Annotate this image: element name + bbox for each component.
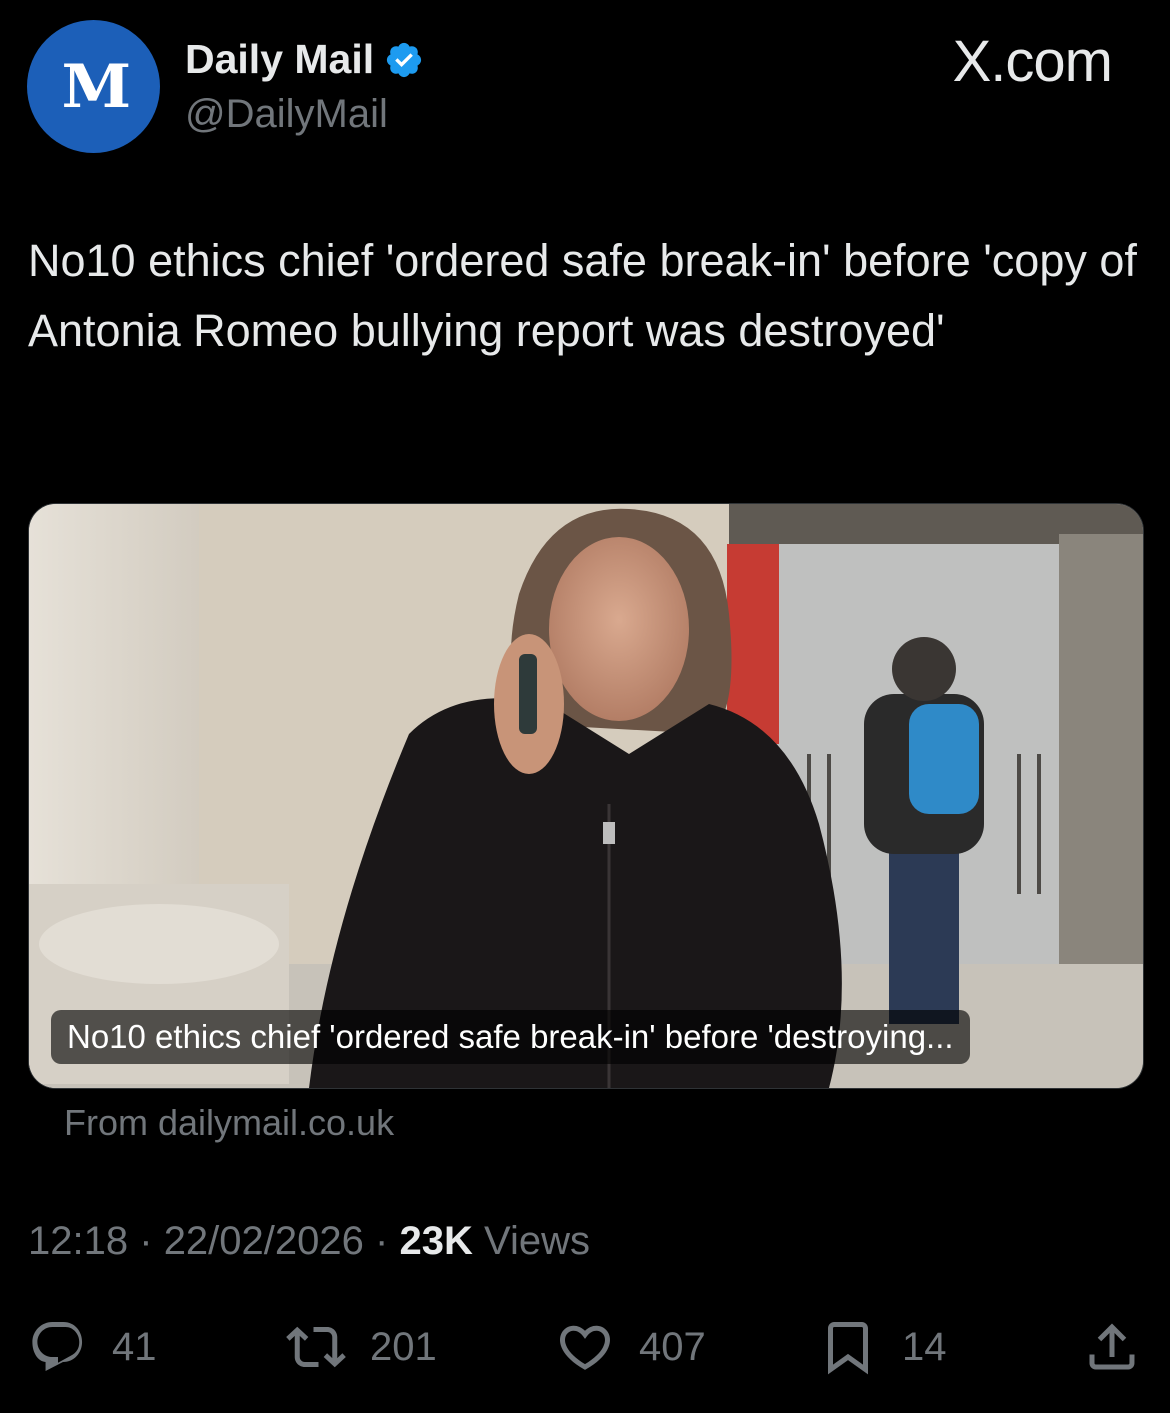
like-count: 407 xyxy=(639,1324,706,1369)
verified-badge-icon xyxy=(387,42,422,77)
repost-icon xyxy=(286,1326,346,1368)
repost-button[interactable]: 201 xyxy=(286,1312,437,1382)
meta-separator: · xyxy=(139,1219,153,1263)
tweet-time[interactable]: 12:18 xyxy=(28,1219,128,1263)
tweet-text: No10 ethics chief 'ordered safe break-in… xyxy=(28,235,1137,356)
share-icon xyxy=(1089,1323,1135,1370)
bookmark-button[interactable]: 14 xyxy=(818,1312,947,1382)
like-button[interactable]: 407 xyxy=(555,1312,706,1382)
bookmark-icon xyxy=(828,1322,868,1375)
views-label: Views xyxy=(483,1219,590,1263)
tweet-page: M Daily Mail @DailyMail X.com No10 ethic… xyxy=(0,0,1170,1413)
avatar[interactable]: M xyxy=(27,20,160,153)
action-bar: 41 201 407 14 xyxy=(0,1312,1170,1382)
meta-separator: · xyxy=(375,1219,389,1263)
card-source[interactable]: From dailymail.co.uk xyxy=(64,1102,394,1144)
views-count: 23K xyxy=(399,1219,473,1263)
share-button[interactable] xyxy=(1082,1312,1142,1382)
author-handle[interactable]: @DailyMail xyxy=(185,92,388,137)
reply-icon xyxy=(32,1322,83,1371)
author-name[interactable]: Daily Mail xyxy=(185,36,424,83)
article-photo xyxy=(29,504,1143,1088)
author-name-text: Daily Mail xyxy=(185,36,375,82)
avatar-logo: M xyxy=(61,51,132,122)
card-caption: No10 ethics chief 'ordered safe break-in… xyxy=(51,1010,970,1064)
source-label: X.com xyxy=(952,29,1113,94)
repost-count: 201 xyxy=(370,1324,437,1369)
bookmark-count: 14 xyxy=(902,1324,947,1369)
tweet-meta: 12:18 · 22/02/2026 · 23K Views xyxy=(28,1219,590,1264)
reply-count: 41 xyxy=(112,1324,157,1369)
heart-icon xyxy=(559,1325,611,1370)
tweet-date[interactable]: 22/02/2026 xyxy=(164,1219,364,1263)
reply-button[interactable]: 41 xyxy=(28,1312,157,1382)
link-card[interactable]: No10 ethics chief 'ordered safe break-in… xyxy=(28,503,1144,1089)
